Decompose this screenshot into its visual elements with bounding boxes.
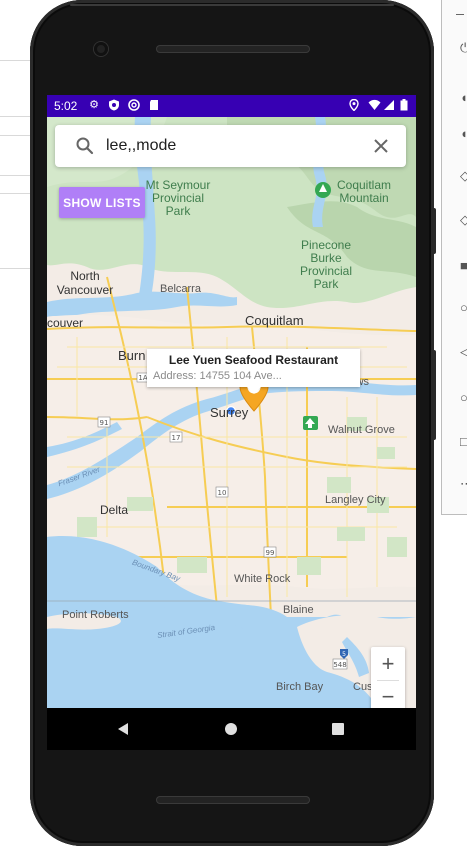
more-icon[interactable]: ⋯: [460, 478, 467, 490]
label-walnut-grove: Walnut Grove: [328, 424, 395, 436]
back-icon[interactable]: ◁: [460, 346, 467, 358]
label-point-roberts: Point Roberts: [62, 609, 129, 621]
label-coquitlam-mountain: Coquitlam Mountain: [336, 178, 392, 205]
label-blaine: Blaine: [283, 604, 314, 616]
info-window-pointer: [247, 387, 261, 394]
label-pinecone-burke: Pinecone Burke Provincial Park: [299, 238, 353, 291]
signal-icon: [383, 99, 395, 111]
back-icon[interactable]: [116, 722, 130, 736]
sd-card-icon: [148, 99, 160, 111]
hwy-17: 17: [172, 434, 181, 442]
battery-icon: [399, 99, 408, 111]
minimize-icon[interactable]: [456, 14, 464, 15]
hwy-5: 5: [342, 651, 346, 658]
home-icon[interactable]: ○: [460, 392, 467, 404]
search-bar[interactable]: lee,,mode: [55, 125, 406, 167]
label-surrey: Surrey: [210, 405, 249, 420]
label-burnaby: Burn: [118, 348, 146, 363]
info-window-address: Address: 14755 104 Ave...: [153, 370, 282, 382]
emulator-side-toolbar: ⏻ ◖ ◖ ◇ ◇ ■ ○ ◁ ○ □ ⋯: [441, 0, 467, 515]
location-icon: [348, 98, 360, 112]
label-coquitlam: Coquitlam: [245, 313, 304, 328]
search-icon[interactable]: [75, 136, 95, 156]
label-langley-city: Langley City: [325, 494, 386, 506]
front-camera: [94, 42, 108, 56]
gear-icon: ⚙: [89, 99, 99, 111]
info-window-title: Lee Yuen Seafood Restaurant: [168, 353, 339, 367]
rotate-right-icon[interactable]: ◇: [460, 214, 467, 226]
zoom-controls: + −: [371, 647, 405, 708]
volume-down-icon[interactable]: ◖: [460, 128, 467, 140]
bottom-speaker: [156, 796, 310, 804]
status-time: 5:02: [54, 99, 78, 113]
home-icon[interactable]: [224, 722, 238, 736]
zoom-in-button[interactable]: +: [371, 647, 405, 680]
hwy-10: 10: [218, 489, 227, 497]
hwy-548: 548: [333, 661, 346, 669]
power-icon[interactable]: ⏻: [460, 42, 467, 54]
phone-side-button: [432, 350, 436, 440]
overview-icon[interactable]: □: [460, 436, 467, 448]
screenshot-icon[interactable]: ■: [460, 260, 467, 272]
navigation-bar: [47, 708, 416, 750]
close-icon[interactable]: [372, 137, 390, 155]
label-white-rock: White Rock: [234, 573, 291, 585]
label-delta: Delta: [100, 503, 129, 517]
label-birch-bay: Birch Bay: [276, 681, 324, 693]
rotate-left-icon[interactable]: ◇: [460, 170, 467, 182]
status-bar: 5:02 ⚙: [47, 95, 416, 117]
label-mt-seymour: Mt Seymour Provincial Park: [145, 178, 211, 218]
label-vancouver: couver: [47, 316, 84, 330]
zoom-icon[interactable]: ○: [460, 302, 467, 314]
recent-apps-icon[interactable]: [331, 722, 345, 736]
shield-icon: [108, 99, 120, 111]
phone-side-button: [432, 208, 436, 254]
hwy-99: 99: [266, 549, 275, 557]
zoom-out-button[interactable]: −: [371, 680, 405, 708]
label-belcarra: Belcarra: [160, 283, 201, 295]
search-input[interactable]: lee,,mode: [106, 137, 176, 155]
marker-info-window[interactable]: Lee Yuen Seafood Restaurant Address: 147…: [147, 349, 360, 394]
top-speaker: [156, 45, 310, 53]
phone-edge: [70, 4, 394, 6]
at-icon: [128, 99, 140, 111]
show-lists-button[interactable]: SHOW LISTS: [59, 187, 145, 218]
phone-screen: 5:02 ⚙ 1A 91 17 10 99 548 5 Mt Seymour P…: [47, 95, 416, 708]
wifi-icon: [368, 99, 381, 111]
volume-up-icon[interactable]: ◖: [460, 92, 467, 104]
label-north-vancouver: North Vancouver: [56, 269, 114, 297]
hwy-91: 91: [100, 419, 109, 427]
